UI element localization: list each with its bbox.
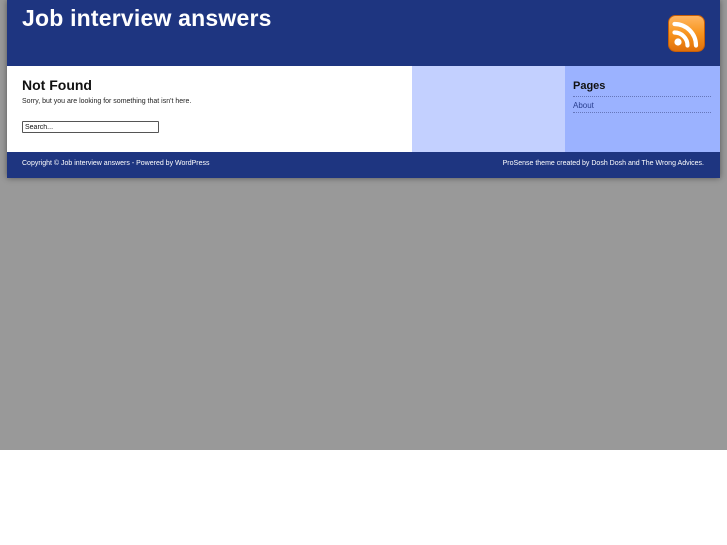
copyright-text: Copyright © xyxy=(22,160,62,167)
main-content: Not Found Sorry, but you are looking for… xyxy=(7,66,412,152)
page-title: Not Found xyxy=(22,77,92,93)
theme-credit-text: theme created by xyxy=(533,160,592,167)
browser-viewport: Job interview answers Not Found Sorry, b… xyxy=(0,0,727,545)
rss-feed-icon xyxy=(668,15,705,52)
search-input[interactable] xyxy=(22,121,159,133)
powered-by-text: - Powered by xyxy=(129,160,176,167)
theme-link[interactable]: ProSense xyxy=(503,160,534,167)
footer-copyright: Copyright © Job interview answers - Powe… xyxy=(22,160,210,167)
site-footer: Copyright © Job interview answers - Powe… xyxy=(7,152,720,178)
author-link-dosh-dosh[interactable]: Dosh Dosh xyxy=(591,160,626,167)
sidebar-pages-title: Pages xyxy=(573,80,606,92)
wordpress-link[interactable]: WordPress xyxy=(175,160,210,167)
page-wrapper: Job interview answers Not Found Sorry, b… xyxy=(7,0,720,178)
author-link-wrong-advices[interactable]: The Wrong Advices xyxy=(641,160,702,167)
site-header: Job interview answers xyxy=(7,0,720,66)
credit-period: . xyxy=(702,160,704,167)
site-title-link[interactable]: Job interview answers xyxy=(22,5,272,32)
sidebar-item-about[interactable]: About xyxy=(573,101,594,110)
sidebar: Pages About xyxy=(565,66,720,152)
and-text: and xyxy=(626,160,642,167)
not-found-message: Sorry, but you are looking for something… xyxy=(22,98,192,105)
footer-site-link[interactable]: Job interview answers xyxy=(61,160,130,167)
footer-credits: ProSense theme created by Dosh Dosh and … xyxy=(503,160,704,167)
sidebar-divider xyxy=(573,96,711,97)
sidebar-divider xyxy=(573,112,711,113)
rss-feed-button[interactable] xyxy=(668,15,705,52)
middle-column xyxy=(412,66,565,152)
